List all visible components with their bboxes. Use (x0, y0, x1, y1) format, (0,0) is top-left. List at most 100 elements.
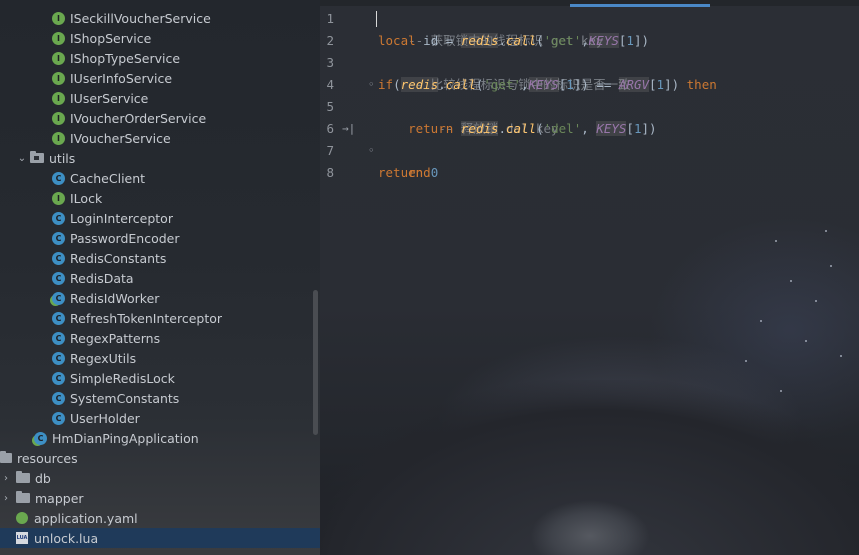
identifier: id = (415, 33, 461, 48)
global-keys: KEYS (528, 77, 559, 92)
tree-item-unlock-lua[interactable]: LUA unlock.lua (0, 528, 320, 548)
code-line-3[interactable]: -- 比较线程标识与锁中的标识是否一致 (378, 52, 631, 92)
keyword: then (686, 77, 717, 92)
tree-item-iuserinfoservice[interactable]: I IUserInfoService (0, 68, 320, 88)
tree-item-label: RefreshTokenInterceptor (70, 310, 223, 326)
tree-item-label: UserHolder (70, 410, 140, 426)
line-number: 6 (326, 121, 334, 136)
class-icon: C (52, 391, 65, 405)
tree-item-application-yaml[interactable]: application.yaml (0, 508, 320, 528)
class-icon: C (52, 331, 65, 345)
tree-item-systemconstants[interactable]: C SystemConstants (0, 388, 320, 408)
tree-item-label: RedisData (70, 270, 134, 286)
tree-item-ilock[interactable]: I ILock (0, 188, 320, 208)
tree-item-utils[interactable]: ⌄ utils (0, 148, 320, 168)
global-redis: redis (460, 121, 499, 136)
tree-item-label: RedisIdWorker (70, 290, 160, 306)
tree-item-redisdata[interactable]: C RedisData (0, 268, 320, 288)
class-icon: C (52, 311, 65, 325)
tree-scrollbar[interactable] (313, 290, 318, 435)
tree-item-hmdianpingapplication[interactable]: C HmDianPingApplication (0, 428, 320, 448)
number: 1 (656, 77, 665, 92)
tree-item-resources[interactable]: resources (0, 448, 320, 468)
tree-item-label: CacheClient (70, 170, 146, 186)
tree-item-iuserservice[interactable]: I IUserService (0, 88, 320, 108)
tree-item-regexutils[interactable]: C RegexUtils (0, 348, 320, 368)
paren: ( (536, 33, 544, 48)
background-star (780, 390, 782, 392)
tree-item-passwordencoder[interactable]: C PasswordEncoder (0, 228, 320, 248)
code-line-5[interactable]: -- 释放锁 del key (378, 96, 558, 136)
tree-item-regexpatterns[interactable]: C RegexPatterns (0, 328, 320, 348)
tree-item-iseckillvoucherservice[interactable]: I ISeckillVoucherService (0, 8, 320, 28)
global-keys: KEYS (588, 33, 619, 48)
tree-item-label: LoginInterceptor (70, 210, 173, 226)
tree-item-ishoptypeservice[interactable]: I IShopTypeService (0, 48, 320, 68)
chevron-right-icon[interactable]: › (0, 493, 12, 504)
code-line-8[interactable]: return 0 (378, 162, 438, 184)
chevron-down-icon[interactable]: ⌄ (16, 153, 28, 164)
tree-item-ivoucherservice[interactable]: I IVoucherService (0, 128, 320, 148)
tree-item-label: PasswordEncoder (70, 230, 180, 246)
line-number: 7 (326, 143, 334, 158)
folder-icon (16, 491, 30, 503)
code-line-4[interactable]: if(redis.call('get',KEYS[1]) == ARGV[1])… (378, 74, 717, 96)
keyword: if (378, 77, 394, 92)
interface-icon: I (52, 71, 65, 85)
chevron-right-icon[interactable]: › (0, 473, 12, 484)
background-star (790, 280, 792, 282)
tree-item-refreshtokeninterceptor[interactable]: C RefreshTokenInterceptor (0, 308, 320, 328)
tree-item-ivoucherorderservice[interactable]: I IVoucherOrderService (0, 108, 320, 128)
package-folder-icon (30, 151, 44, 163)
dot: . (498, 121, 506, 136)
code-line-1[interactable]: -- 获取锁中的线程标识 get key (378, 8, 603, 48)
interface-icon: I (52, 91, 65, 105)
function-call: call (445, 77, 476, 92)
tree-item-label: RegexUtils (70, 350, 137, 366)
keyword: return (408, 121, 454, 136)
fold-icon[interactable]: ◦ (368, 140, 378, 162)
tree-item-label: application.yaml (34, 510, 138, 526)
function-call: call (505, 33, 537, 48)
tree-item-label: ILock (70, 190, 103, 206)
tree-item-label: IVoucherOrderService (70, 110, 207, 126)
tree-item-userholder[interactable]: C UserHolder (0, 408, 320, 428)
active-tab-indicator (570, 4, 710, 7)
class-icon: C (52, 231, 65, 245)
tree-item-label: IUserInfoService (70, 70, 173, 86)
line-number: 8 (326, 165, 334, 180)
line-number: 1 (326, 11, 334, 26)
text-caret (376, 11, 377, 27)
number: 1 (566, 77, 574, 92)
code-editor[interactable]: 1 2 3 4 5 6 7 8 →| ◦ ◦ -- 获取锁中的线程标识 get … (320, 0, 859, 555)
tree-item-label: IShopTypeService (70, 50, 181, 66)
comma: , (581, 121, 597, 136)
global-redis: redis (400, 77, 439, 92)
bracket: [ (626, 121, 634, 136)
tree-item-logininterceptor[interactable]: C LoginInterceptor (0, 208, 320, 228)
class-icon: C (52, 351, 65, 365)
fold-icon[interactable]: ◦ (368, 74, 378, 96)
paren: ( (393, 77, 401, 92)
code-line-2[interactable]: local id = redis.call('get',KEYS[1]) (378, 30, 649, 52)
lua-file-icon: LUA (16, 532, 28, 544)
bracket: ]) (633, 33, 650, 48)
tree-item-label: ISeckillVoucherService (70, 10, 211, 26)
code-line-6[interactable]: return redis.call('del', KEYS[1]) (378, 118, 657, 140)
string: 'del' (543, 121, 582, 136)
tree-item-simpleredislock[interactable]: C SimpleRedisLock (0, 368, 320, 388)
string: 'get' (543, 33, 582, 48)
tree-item-cacheclient[interactable]: C CacheClient (0, 168, 320, 188)
tree-item-redisidworker[interactable]: C RedisIdWorker (0, 288, 320, 308)
keyword: local (378, 33, 416, 48)
tree-item-mapper[interactable]: › mapper (0, 488, 320, 508)
tree-item-db[interactable]: › db (0, 468, 320, 488)
paren: ( (536, 121, 544, 136)
number: 1 (626, 33, 634, 48)
code-line-7[interactable]: end (378, 140, 431, 180)
tree-item-ishopservice[interactable]: I IShopService (0, 28, 320, 48)
interface-icon: I (52, 191, 65, 205)
tree-item-redisconstants[interactable]: C RedisConstants (0, 248, 320, 268)
